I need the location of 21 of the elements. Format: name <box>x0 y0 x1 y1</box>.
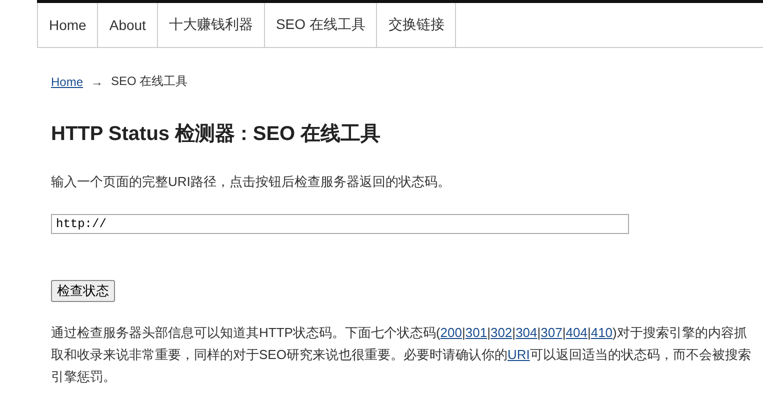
breadcrumb-current: SEO 在线工具 <box>111 73 188 90</box>
page-title: HTTP Status 检测器 : SEO 在线工具 <box>51 122 382 147</box>
status-link[interactable]: 404 <box>566 325 588 340</box>
nav-link[interactable]: Home <box>38 3 98 47</box>
intro-text: 输入一个页面的完整URI路径，点击按钮后检查服务器返回的状态码。 <box>51 173 452 191</box>
nav-link[interactable]: SEO 在线工具 <box>264 3 378 47</box>
status-link[interactable]: 307 <box>540 325 562 340</box>
nav-link[interactable]: 交换链接 <box>377 3 456 47</box>
status-link[interactable]: 410 <box>590 325 613 340</box>
status-link[interactable]: 304 <box>516 325 538 340</box>
breadcrumb-separator: → <box>91 74 104 88</box>
description-paragraph: 通过检查服务器头部信息可以知道其HTTP状态码。下面七个状态码(200|301|302|304|307|404|410)对于搜索引擎的内容抓取和收录来说非常重要，同样的对于SEO研究来说也很重要。必要时请确认你的URI可以返回适当的状态码，而不会被搜索引擎惩罚。 <box>51 324 752 386</box>
status-link[interactable]: 200 <box>440 325 462 340</box>
breadcrumb-link[interactable]: Home <box>51 74 84 88</box>
status-link[interactable]: URI <box>507 347 530 362</box>
status-link[interactable]: 302 <box>490 325 512 340</box>
nav-link[interactable]: 十大赚钱利器 <box>158 3 265 47</box>
url-field[interactable]: http:// <box>51 214 629 234</box>
check-status-button[interactable]: 检查状态 <box>51 280 115 302</box>
status-link[interactable]: 301 <box>465 325 488 340</box>
nav-link[interactable]: About <box>98 3 158 47</box>
